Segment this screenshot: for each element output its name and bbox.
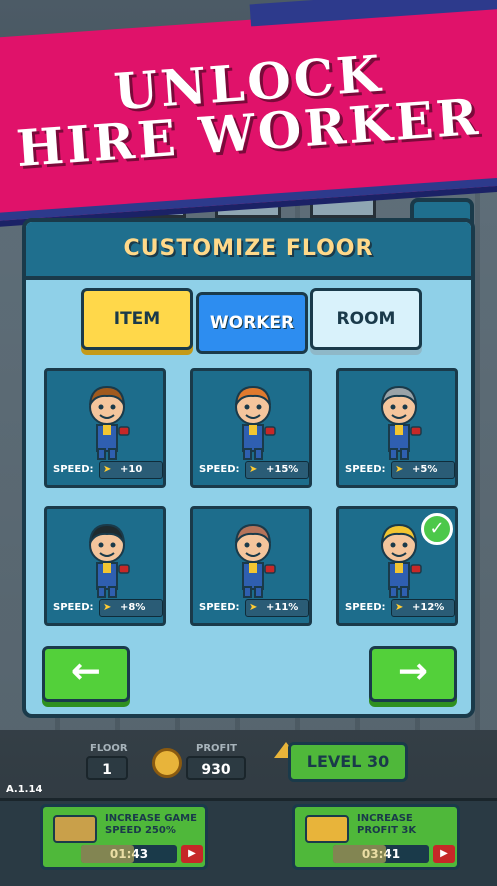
video-ad-icon[interactable]: ▶ bbox=[181, 845, 203, 863]
speed-label: SPEED: bbox=[345, 464, 386, 475]
worker-avatar-icon bbox=[89, 523, 130, 598]
floor-label: FLOOR bbox=[90, 743, 128, 754]
boost-title: INCREASE PROFIT 3K bbox=[357, 813, 417, 836]
worker-card[interactable]: SPEED: ➤ +11% bbox=[190, 506, 312, 626]
speed-label: SPEED: bbox=[345, 602, 386, 613]
speed-row: SPEED: ➤ +12% bbox=[345, 599, 455, 617]
speed-value-box: ➤ +12% bbox=[391, 599, 455, 617]
worker-card[interactable]: SPEED: ➤ +8% bbox=[44, 506, 166, 626]
checkmark-icon: ✓ bbox=[421, 513, 453, 545]
tab-item[interactable]: ITEM bbox=[81, 288, 193, 350]
speed-value: +15% bbox=[266, 464, 299, 475]
worker-card[interactable]: SPEED: ➤ +15% bbox=[190, 368, 312, 488]
speed-row: SPEED: ➤ +15% bbox=[199, 461, 309, 479]
speed-label: SPEED: bbox=[199, 464, 240, 475]
boost-profit[interactable]: INCREASE PROFIT 3K 03:41 ▶ bbox=[292, 804, 460, 870]
speed-label: SPEED: bbox=[199, 602, 240, 613]
version-label: A.1.14 bbox=[6, 784, 43, 795]
speed-row: SPEED: ➤ +5% bbox=[345, 461, 455, 479]
worker-card[interactable]: SPEED: ➤ +5% bbox=[336, 368, 458, 488]
next-button[interactable]: → bbox=[369, 646, 457, 702]
speed-row: SPEED: ➤ +8% bbox=[53, 599, 163, 617]
panel-title: CUSTOMIZE FLOOR bbox=[123, 236, 374, 261]
speed-value-box: ➤ +5% bbox=[391, 461, 455, 479]
speed-value: +5% bbox=[412, 464, 438, 475]
speed-row: SPEED: ➤ +10 bbox=[53, 461, 163, 479]
speed-boost-icon: ➤ bbox=[249, 602, 258, 613]
boost-progress bbox=[333, 845, 386, 863]
worker-card[interactable]: SPEED: ➤ +12% ✓ bbox=[336, 506, 458, 626]
worker-card[interactable]: SPEED: ➤ +10 bbox=[44, 368, 166, 488]
speed-value: +11% bbox=[266, 602, 299, 613]
coin-stack-icon bbox=[305, 815, 349, 843]
panel-header: CUSTOMIZE FLOOR bbox=[26, 222, 471, 280]
speed-boost-icon bbox=[53, 815, 97, 843]
speed-value-box: ➤ +10 bbox=[99, 461, 163, 479]
tab-room[interactable]: ROOM bbox=[310, 288, 422, 350]
speed-value: +12% bbox=[412, 602, 445, 613]
speed-value: +10 bbox=[120, 464, 143, 475]
speed-value-box: ➤ +8% bbox=[99, 599, 163, 617]
arrow-left-icon: ← bbox=[70, 651, 102, 692]
speed-value: +8% bbox=[120, 602, 146, 613]
speed-value-box: ➤ +15% bbox=[245, 461, 309, 479]
speed-row: SPEED: ➤ +11% bbox=[199, 599, 309, 617]
speed-boost-icon: ➤ bbox=[103, 602, 112, 613]
boost-speed[interactable]: INCREASE GAME SPEED 250% 01:43 ▶ bbox=[40, 804, 208, 870]
worker-avatar-icon bbox=[381, 385, 422, 460]
video-ad-icon[interactable]: ▶ bbox=[433, 845, 455, 863]
speed-label: SPEED: bbox=[53, 602, 94, 613]
worker-avatar-icon bbox=[235, 523, 276, 598]
prev-button[interactable]: ← bbox=[42, 646, 130, 702]
worker-avatar-icon bbox=[89, 385, 130, 460]
speed-label: SPEED: bbox=[53, 464, 94, 475]
speed-boost-icon: ➤ bbox=[395, 464, 404, 475]
profit-label: PROFIT bbox=[196, 743, 237, 754]
speed-boost-icon: ➤ bbox=[395, 602, 404, 613]
coin-icon bbox=[152, 748, 182, 778]
arrow-right-icon: → bbox=[397, 651, 429, 692]
customize-floor-panel: CUSTOMIZE FLOOR ITEM WORKER ROOM SPEED: ➤… bbox=[22, 218, 475, 718]
worker-avatar-icon bbox=[381, 523, 422, 598]
tab-worker[interactable]: WORKER bbox=[196, 292, 308, 354]
floor-value: 1 bbox=[86, 756, 128, 780]
speed-boost-icon: ➤ bbox=[103, 464, 112, 475]
worker-avatar-icon bbox=[235, 385, 276, 460]
boost-progress bbox=[81, 845, 134, 863]
speed-boost-icon: ➤ bbox=[249, 464, 258, 475]
boost-title: INCREASE GAME SPEED 250% bbox=[105, 813, 197, 836]
profit-value: 930 bbox=[186, 756, 246, 780]
level-button[interactable]: LEVEL 30 bbox=[288, 742, 408, 782]
speed-value-box: ➤ +11% bbox=[245, 599, 309, 617]
